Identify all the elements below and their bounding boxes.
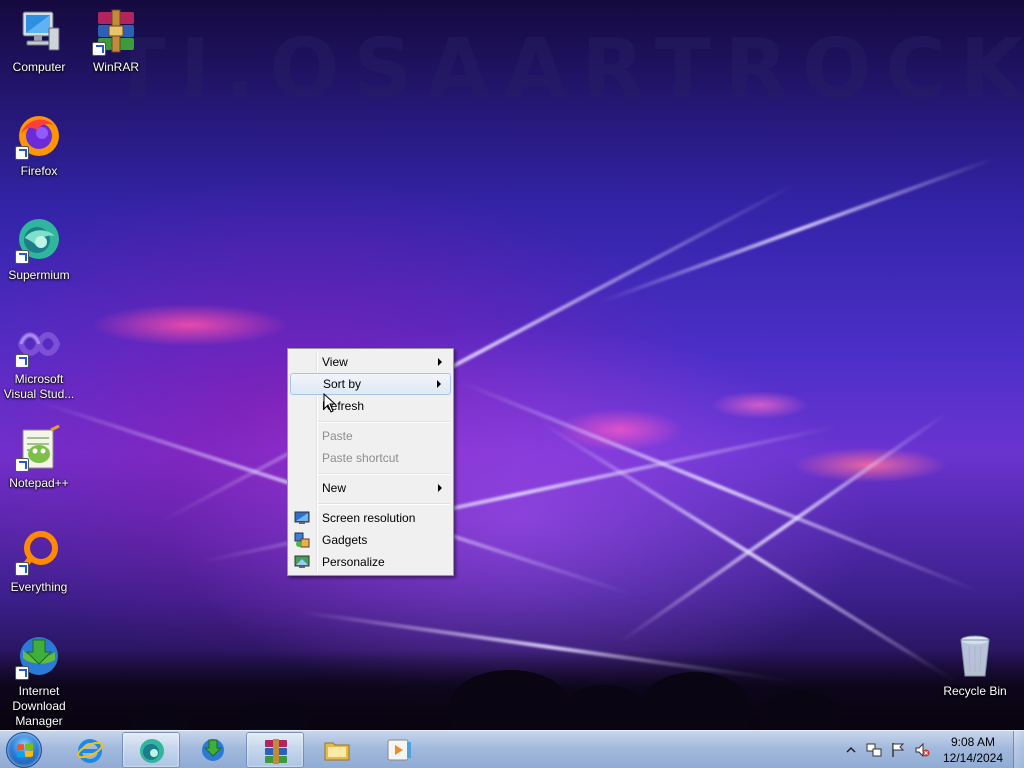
menu-item-label: New [322, 481, 347, 495]
network-icon[interactable] [866, 742, 882, 758]
taskbar-file-explorer[interactable] [308, 732, 366, 768]
internet-explorer-icon [77, 739, 103, 763]
taskbar-internet-download-manager[interactable] [184, 732, 242, 768]
notepadpp-icon [15, 424, 63, 472]
shortcut-arrow-icon [92, 42, 106, 56]
supermium-icon [15, 216, 63, 264]
mouse-pointer-icon [323, 392, 337, 413]
personalize-icon [294, 554, 310, 570]
menu-item-label: Personalize [322, 555, 385, 569]
taskbar-supermium[interactable] [122, 732, 180, 768]
menu-separator [318, 473, 450, 475]
taskbar-internet-explorer[interactable] [61, 732, 119, 768]
submenu-arrow-icon [438, 484, 442, 492]
everything-search-icon [15, 528, 63, 576]
menu-item-gadgets[interactable]: Gadgets [290, 529, 451, 551]
desktop-icon-recycle-bin[interactable]: Recycle Bin [937, 632, 1013, 699]
menu-item-refresh[interactable]: Refresh [290, 395, 451, 417]
internet-download-manager-icon [15, 632, 63, 680]
shortcut-arrow-icon [15, 562, 29, 576]
desktop-icon-winrar[interactable]: WinRAR [78, 8, 154, 75]
menu-item-personalize[interactable]: Personalize [290, 551, 451, 573]
menu-item-sort-by[interactable]: Sort by [290, 373, 451, 395]
taskbar-winrar[interactable] [246, 732, 304, 768]
menu-item-label: Screen resolution [322, 511, 416, 525]
menu-item-label: Paste [322, 429, 353, 443]
desktop-icon-label: Everything [10, 580, 68, 594]
menu-item-label: Gadgets [322, 533, 368, 547]
desktop-icon-label: Computer [12, 60, 66, 74]
laser-beam [599, 156, 996, 304]
laser-beam [618, 410, 949, 644]
taskbar: 9:08 AM 12/14/2024 [0, 730, 1024, 768]
taskbar-media-player[interactable] [370, 732, 428, 768]
menu-item-view[interactable]: View [290, 351, 451, 373]
wallpaper-watermark: TI.OSAARTROCK [110, 22, 1024, 117]
computer-icon [15, 8, 63, 56]
shortcut-arrow-icon [15, 354, 29, 368]
desktop-icon-label: Firefox [20, 164, 58, 178]
laser-beam [538, 420, 966, 689]
volume-muted-icon[interactable] [914, 742, 930, 758]
desktop-icon-computer[interactable]: Computer [1, 8, 77, 75]
desktop-icon-label: Notepad++ [9, 476, 69, 490]
taskbar-clock[interactable]: 9:08 AM 12/14/2024 [940, 734, 1006, 766]
shortcut-arrow-icon [15, 458, 29, 472]
menu-item-paste[interactable]: Paste [290, 425, 451, 447]
media-player-icon [387, 739, 411, 761]
desktop-icon-label: Supermium [8, 268, 70, 282]
desktop-icon-everything[interactable]: Everything [1, 528, 77, 595]
recycle-bin-icon [951, 632, 999, 680]
monitor-icon [294, 510, 310, 526]
desktop-icon-label: Recycle Bin [943, 684, 1007, 698]
action-center-flag-icon[interactable] [890, 742, 906, 758]
clock-date: 12/14/2024 [942, 751, 1004, 765]
menu-item-new[interactable]: New [290, 477, 451, 499]
submenu-arrow-icon [437, 380, 441, 388]
visual-studio-icon [15, 320, 63, 368]
shortcut-arrow-icon [15, 146, 29, 160]
file-explorer-icon [324, 742, 350, 761]
firefox-icon [15, 112, 63, 160]
menu-item-label: Paste shortcut [322, 451, 399, 465]
start-button[interactable] [6, 732, 42, 768]
menu-item-label: Sort by [323, 377, 362, 391]
show-desktop-button[interactable] [1013, 731, 1024, 768]
desktop-icon-visual-studio[interactable]: Microsoft Visual Stud... [1, 320, 77, 402]
menu-separator [318, 421, 450, 423]
desktop-icon-label: Microsoft Visual Stud... [3, 372, 75, 401]
menu-item-label: View [322, 355, 348, 369]
shortcut-arrow-icon [15, 666, 29, 680]
winrar-icon [92, 8, 140, 56]
desktop-icon-idm[interactable]: Internet Download Manager [1, 632, 77, 729]
windows-logo-icon [17, 743, 33, 758]
shortcut-arrow-icon [15, 250, 29, 264]
menu-item-paste-shortcut[interactable]: Paste shortcut [290, 447, 451, 469]
supermium-icon [140, 739, 164, 763]
desktop-context-menu: View Sort by Refresh Paste Paste shortcu… [287, 348, 454, 576]
crowd-silhouette [0, 650, 1024, 730]
submenu-arrow-icon [438, 358, 442, 366]
desktop-icon-notepadpp[interactable]: Notepad++ [1, 424, 77, 491]
desktop-icon-label: WinRAR [92, 60, 139, 74]
show-hidden-icons-chevron[interactable] [843, 742, 859, 758]
winrar-icon [265, 739, 287, 764]
desktop-wallpaper[interactable]: TI.OSAARTROCK [0, 0, 1024, 730]
clock-time: 9:08 AM [950, 735, 996, 749]
desktop-icon-supermium[interactable]: Supermium [1, 216, 77, 283]
internet-download-manager-icon [202, 739, 224, 761]
gadgets-icon [294, 532, 310, 548]
desktop-icon-firefox[interactable]: Firefox [1, 112, 77, 179]
desktop-icon-label: Internet Download Manager [12, 684, 66, 728]
menu-separator [318, 503, 450, 505]
menu-item-screen-resolution[interactable]: Screen resolution [290, 507, 451, 529]
